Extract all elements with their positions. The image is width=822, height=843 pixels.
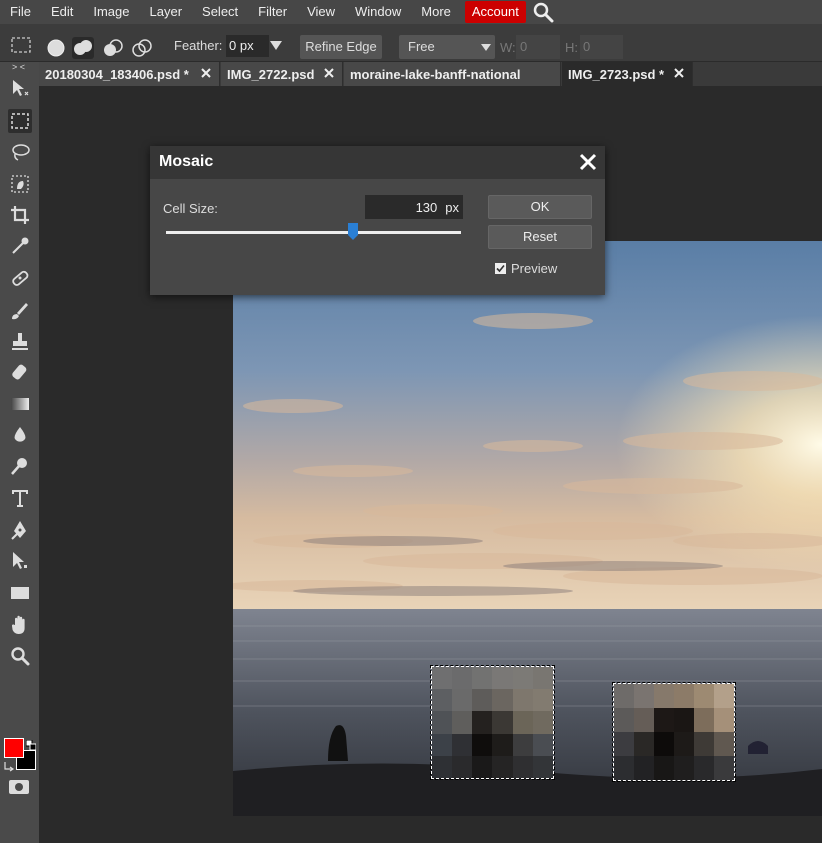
cell-size-value: 130 (415, 199, 438, 215)
menu-edit[interactable]: Edit (41, 0, 83, 24)
options-bar: Feather: 0 px Refine Edge Free W: 0 H: 0 (0, 24, 822, 62)
mosaic-preview (432, 667, 553, 778)
document-tabs: 20180304_183406.psd * IMG_2722.psd morai… (39, 62, 822, 86)
quick-mask-icon[interactable] (8, 778, 30, 796)
eraser-tool-icon[interactable] (8, 360, 32, 384)
gradient-tool-icon[interactable] (8, 392, 32, 416)
cell-size-unit: px (445, 199, 459, 215)
tab-title: moraine-lake-banff-national (350, 66, 521, 82)
dialog-title: Mosaic (159, 153, 214, 170)
account-button[interactable]: Account (464, 1, 526, 23)
menu-window[interactable]: Window (345, 0, 411, 24)
healing-tool-icon[interactable] (8, 266, 32, 290)
search-icon[interactable] (530, 0, 556, 24)
new-selection-icon[interactable] (44, 37, 66, 59)
menu-select[interactable]: Select (192, 0, 248, 24)
pen-tool-icon[interactable] (8, 518, 32, 542)
dodge-tool-icon[interactable] (8, 454, 32, 478)
mosaic-dialog: Mosaic Cell Size: 130 px OK Reset Previe… (150, 146, 605, 295)
foreground-color-swatch[interactable] (4, 738, 24, 758)
tab-document-1[interactable]: 20180304_183406.psd * (39, 62, 220, 86)
menu-layer[interactable]: Layer (140, 0, 193, 24)
reset-button[interactable]: Reset (488, 225, 592, 249)
ok-button[interactable]: OK (488, 195, 592, 219)
marquee-rect-icon[interactable] (10, 36, 32, 54)
tab-title: IMG_2722.psd (227, 66, 315, 82)
close-icon[interactable] (323, 67, 335, 79)
brush-tool-icon[interactable] (8, 298, 32, 322)
slider-handle[interactable] (347, 223, 359, 241)
close-icon[interactable] (673, 67, 685, 79)
feather-input[interactable]: 0 px (226, 35, 269, 57)
shape-tool-icon[interactable] (8, 581, 32, 605)
tools-panel: > < (0, 62, 39, 843)
swap-colors-icon[interactable] (3, 760, 15, 772)
height-input[interactable]: 0 (580, 35, 623, 59)
height-label: H: (565, 40, 578, 55)
tab-document-4[interactable]: IMG_2723.psd * (562, 62, 693, 86)
lasso-tool-icon[interactable] (8, 140, 32, 164)
menu-filter[interactable]: Filter (248, 0, 297, 24)
collapse-toolbar-icon[interactable]: > < (12, 62, 25, 72)
move-tool-icon[interactable] (8, 77, 32, 101)
tab-document-3[interactable]: moraine-lake-banff-national (344, 62, 561, 86)
default-colors-icon[interactable] (25, 738, 37, 751)
eyedropper-tool-icon[interactable] (8, 234, 32, 258)
width-label: W: (500, 40, 516, 55)
menu-bar: File Edit Image Layer Select Filter View… (0, 0, 822, 24)
preview-label: Preview (511, 261, 558, 276)
tab-document-2[interactable]: IMG_2722.psd (221, 62, 343, 86)
chevron-down-icon (481, 44, 491, 51)
blur-tool-icon[interactable] (8, 423, 32, 447)
subtract-selection-icon[interactable] (102, 37, 124, 59)
tab-title: 20180304_183406.psd * (45, 66, 189, 82)
cell-size-input[interactable]: 130 px (365, 195, 463, 219)
type-tool-icon[interactable] (8, 486, 32, 510)
chevron-down-icon[interactable] (270, 41, 282, 50)
mosaic-preview (614, 684, 734, 780)
intersect-selection-icon[interactable] (131, 37, 153, 59)
zoom-tool-icon[interactable] (8, 644, 32, 668)
preview-checkbox[interactable] (495, 263, 506, 274)
path-select-tool-icon[interactable] (8, 549, 32, 573)
selection-style-value: Free (408, 39, 435, 54)
quick-select-tool-icon[interactable] (8, 172, 32, 196)
menu-image[interactable]: Image (83, 0, 139, 24)
selection-marquee[interactable] (612, 682, 736, 782)
preview-toggle[interactable]: Preview (495, 261, 557, 276)
refine-edge-button[interactable]: Refine Edge (300, 35, 382, 59)
hand-tool-icon[interactable] (8, 613, 32, 637)
stamp-tool-icon[interactable] (8, 329, 32, 353)
selection-style-select[interactable]: Free (399, 35, 495, 59)
close-icon[interactable] (200, 67, 212, 79)
feather-label: Feather: (174, 38, 223, 53)
add-selection-icon[interactable] (72, 37, 94, 59)
crop-tool-icon[interactable] (8, 203, 32, 227)
dialog-titlebar[interactable]: Mosaic (150, 146, 605, 179)
cell-size-label: Cell Size: (163, 201, 218, 216)
cell-size-slider[interactable] (166, 231, 461, 234)
menu-view[interactable]: View (297, 0, 345, 24)
selection-marquee[interactable] (430, 665, 555, 780)
width-input[interactable]: 0 (516, 35, 560, 59)
tab-title: IMG_2723.psd * (568, 66, 665, 82)
marquee-tool-icon[interactable] (8, 109, 32, 133)
menu-more[interactable]: More (411, 0, 461, 24)
close-icon[interactable] (576, 150, 600, 174)
menu-file[interactable]: File (0, 0, 41, 24)
